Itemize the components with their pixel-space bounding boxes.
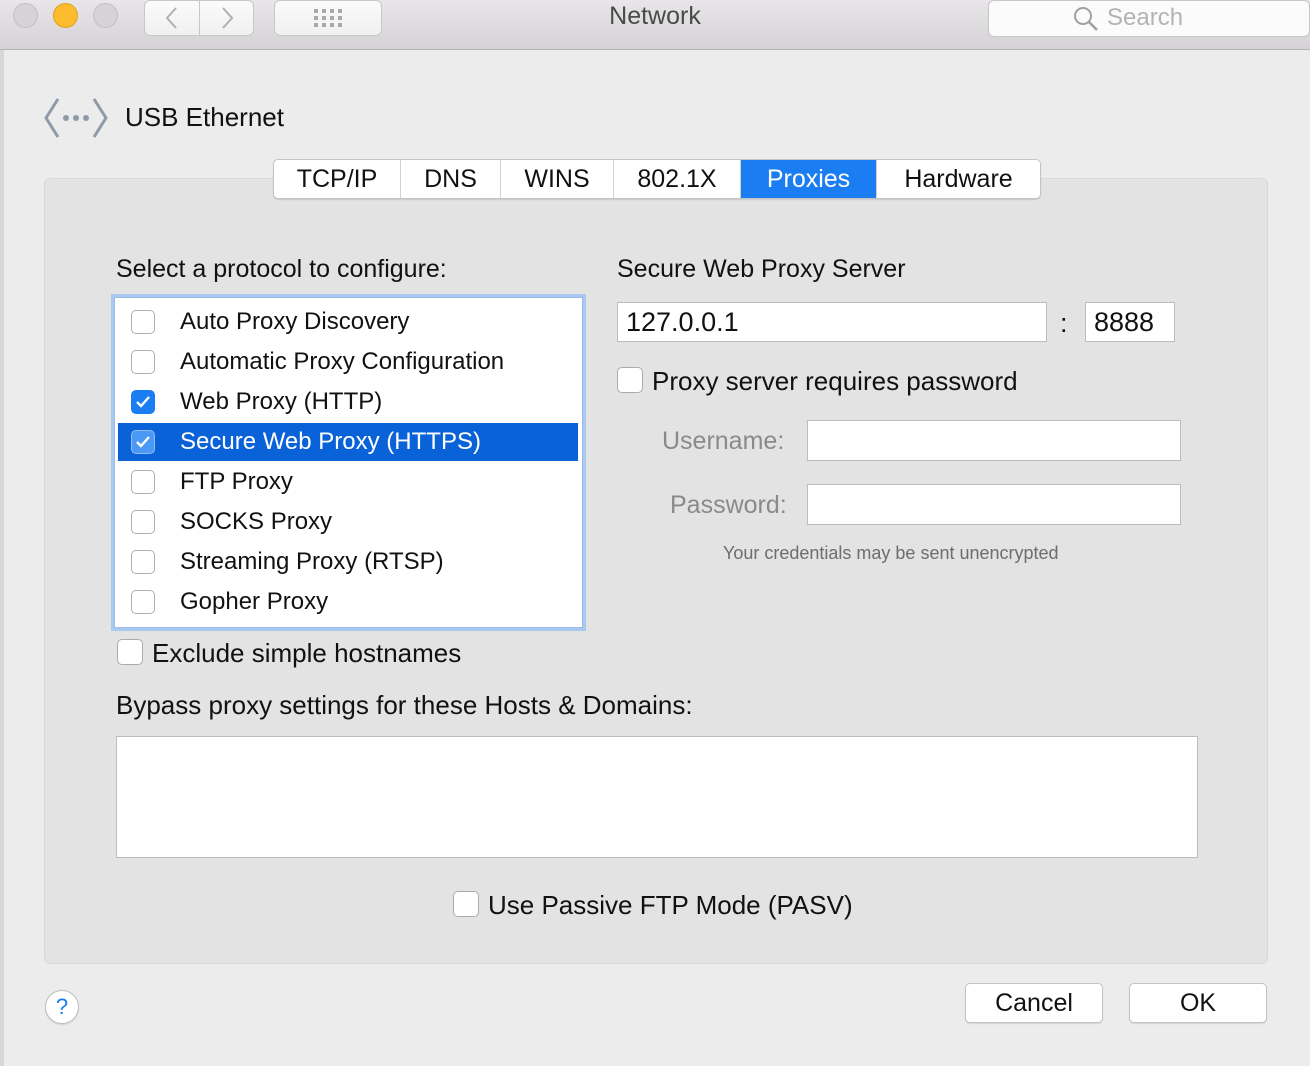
password-label: Password: — [670, 491, 787, 519]
bypass-hosts-field[interactable] — [116, 736, 1198, 858]
protocol-label: Automatic Proxy Configuration — [180, 348, 505, 375]
protocol-checkbox[interactable] — [131, 390, 155, 414]
help-icon: ? — [55, 994, 69, 1019]
device-name: USB Ethernet — [125, 102, 284, 132]
protocol-list-heading: Select a protocol to configure: — [116, 255, 447, 283]
navigation-buttons — [144, 0, 254, 36]
ok-button[interactable]: OK — [1129, 983, 1267, 1023]
protocol-label: SOCKS Proxy — [180, 508, 333, 535]
tab-bar: TCP/IP DNS WINS 802.1X Proxies Hardware — [273, 159, 1041, 199]
show-all-button[interactable] — [274, 0, 382, 36]
search-field[interactable] — [988, 0, 1310, 37]
protocol-row-secure-web-proxy-https[interactable]: Secure Web Proxy (HTTPS) — [118, 423, 578, 461]
device-icon-wrapper — [44, 95, 108, 141]
password-field[interactable] — [807, 484, 1181, 525]
protocol-label: Streaming Proxy (RTSP) — [180, 548, 444, 575]
protocol-checkbox[interactable] — [131, 550, 155, 574]
tab-dns[interactable]: DNS — [401, 160, 501, 198]
tab-proxies[interactable]: Proxies — [741, 160, 877, 198]
protocol-list[interactable]: Auto Proxy Discovery Automatic Proxy Con… — [114, 297, 583, 628]
passive-ftp-checkbox[interactable] — [453, 891, 479, 917]
chevron-left-icon — [165, 7, 177, 29]
checkmark-icon — [136, 436, 150, 448]
server-heading: Secure Web Proxy Server — [617, 255, 906, 283]
protocol-label: Gopher Proxy — [180, 588, 329, 615]
tab-8021x[interactable]: 802.1X — [614, 160, 741, 198]
zoom-window-button[interactable] — [93, 3, 118, 28]
chevron-right-icon — [221, 7, 233, 29]
protocol-checkbox[interactable] — [131, 470, 155, 494]
protocol-checkbox[interactable] — [131, 510, 155, 534]
window-edge — [0, 50, 4, 1066]
tab-tcpip[interactable]: TCP/IP — [274, 160, 401, 198]
protocol-row-socks-proxy[interactable]: SOCKS Proxy — [118, 503, 578, 541]
protocol-row-auto-proxy-discovery[interactable]: Auto Proxy Discovery — [118, 303, 578, 341]
help-button[interactable]: ? — [45, 990, 79, 1024]
search-icon — [1074, 7, 1098, 31]
tab-hardware[interactable]: Hardware — [877, 160, 1040, 198]
close-window-button[interactable] — [13, 3, 38, 28]
grid-icon — [314, 9, 342, 27]
username-field[interactable] — [807, 420, 1181, 461]
search-input[interactable] — [1107, 2, 1302, 34]
protocol-label: FTP Proxy — [180, 468, 293, 495]
protocol-checkbox[interactable] — [131, 430, 155, 454]
cancel-button[interactable]: Cancel — [965, 983, 1103, 1023]
protocol-row-streaming-proxy-rtsp[interactable]: Streaming Proxy (RTSP) — [118, 543, 578, 581]
tab-wins[interactable]: WINS — [501, 160, 614, 198]
protocol-checkbox[interactable] — [131, 350, 155, 374]
back-button[interactable] — [144, 0, 199, 36]
exclude-simple-hostnames-checkbox[interactable] — [117, 639, 143, 665]
protocol-checkbox[interactable] — [131, 310, 155, 334]
protocol-label: Web Proxy (HTTP) — [180, 388, 383, 415]
protocol-label: Secure Web Proxy (HTTPS) — [180, 428, 481, 455]
credentials-note: Your credentials may be sent unencrypted — [723, 543, 1059, 563]
protocol-checkbox[interactable] — [131, 590, 155, 614]
protocol-label: Auto Proxy Discovery — [180, 308, 410, 335]
proxy-port-field[interactable] — [1085, 302, 1175, 342]
forward-button[interactable] — [199, 0, 254, 36]
username-label: Username: — [662, 427, 785, 455]
passive-ftp-label: Use Passive FTP Mode (PASV) — [488, 890, 853, 920]
proxy-host-field[interactable] — [617, 302, 1047, 342]
network-ethernet-icon — [44, 98, 108, 138]
protocol-row-web-proxy-http[interactable]: Web Proxy (HTTP) — [118, 383, 578, 421]
protocol-row-automatic-proxy-configuration[interactable]: Automatic Proxy Configuration — [118, 343, 578, 381]
requires-password-checkbox[interactable] — [617, 367, 643, 393]
title-bar: Network — [0, 0, 1310, 50]
bypass-heading: Bypass proxy settings for these Hosts & … — [116, 690, 693, 720]
requires-password-label: Proxy server requires password — [652, 366, 1018, 396]
protocol-row-ftp-proxy[interactable]: FTP Proxy — [118, 463, 578, 501]
exclude-simple-hostnames-label: Exclude simple hostnames — [152, 638, 462, 668]
checkmark-icon — [136, 396, 150, 408]
protocol-row-gopher-proxy[interactable]: Gopher Proxy — [118, 583, 578, 621]
minimize-window-button[interactable] — [53, 3, 78, 28]
host-port-separator: : — [1060, 308, 1068, 338]
